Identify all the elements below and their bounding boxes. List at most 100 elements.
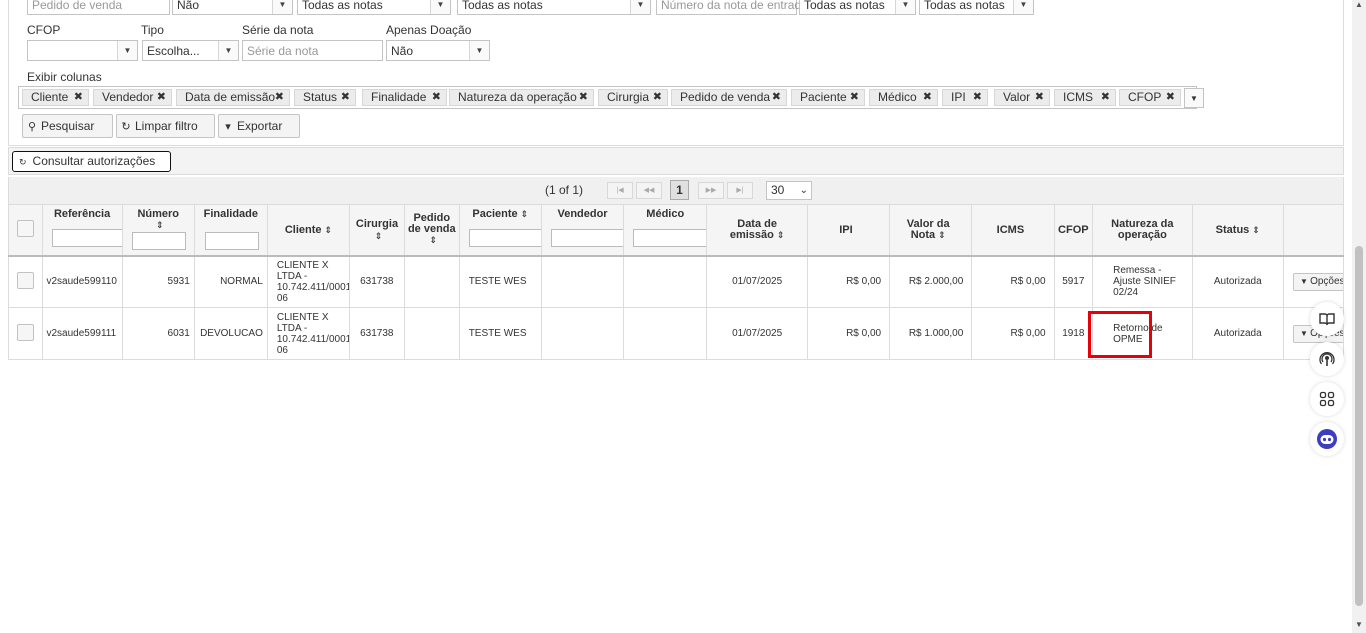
remove-icon[interactable]: ✖: [74, 90, 83, 105]
header-vendedor[interactable]: Vendedor: [540, 204, 625, 256]
header-cfop[interactable]: CFOP: [1053, 204, 1094, 256]
remove-icon[interactable]: ✖: [432, 90, 441, 105]
next-page-icon[interactable]: ▶▶: [698, 182, 724, 199]
consult-authorizations-button[interactable]: ↻ Consultar autorizações: [12, 151, 171, 172]
page-number[interactable]: 1: [670, 180, 689, 200]
header-label: IPI: [839, 223, 853, 236]
remove-icon[interactable]: ✖: [850, 90, 859, 105]
select-all-checkbox[interactable]: [16, 219, 34, 237]
doacao-select[interactable]: Não ▼: [386, 40, 490, 61]
header-ipi[interactable]: IPI: [806, 204, 891, 256]
medico-filter-input[interactable]: [633, 229, 706, 247]
last-page-icon[interactable]: ▶|: [727, 182, 753, 199]
columns-multiselect[interactable]: Cliente ✖ Vendedor ✖ Data de emissão ✖ Stat…: [18, 86, 1197, 109]
header-referencia[interactable]: Referência: [41, 204, 123, 256]
finalidade-filter-input[interactable]: [204, 232, 259, 250]
header-status[interactable]: Status ⇕: [1191, 204, 1284, 256]
remove-icon[interactable]: ✖: [275, 90, 284, 105]
chip-label: Cliente: [31, 90, 69, 104]
chip-label: ICMS: [1063, 90, 1093, 104]
doacao-select-top[interactable]: Não ▼: [172, 0, 293, 15]
apps-grid-icon[interactable]: [1310, 382, 1344, 416]
scroll-up-icon[interactable]: ▲: [1355, 0, 1363, 9]
remove-icon[interactable]: ✖: [157, 90, 166, 105]
numero-filter-input[interactable]: [131, 232, 186, 250]
remove-icon[interactable]: ✖: [1166, 90, 1175, 105]
cell-cliente: CLIENTE X LTDA - 10.742.411/0001-06: [266, 307, 351, 360]
serie-label: Série da nota: [242, 23, 314, 37]
notas-select-4[interactable]: Todas as notas ▼: [919, 0, 1034, 15]
notas-select-1[interactable]: Todas as notas ▼: [297, 0, 451, 15]
remove-icon[interactable]: ✖: [923, 90, 932, 105]
chip-label: Valor: [1003, 90, 1031, 104]
paginator: (1 of 1) |◀ ◀◀ 1 ▶▶ ▶| 30 ⌄: [8, 177, 1344, 204]
header-label: Data de emissão: [729, 217, 777, 241]
rows-per-page-value: 30: [771, 183, 785, 197]
cfop-select[interactable]: ▼: [27, 40, 138, 61]
remove-icon[interactable]: ✖: [973, 90, 982, 105]
header-data-emissao[interactable]: Data de emissão ⇕: [706, 204, 808, 256]
row-checkbox[interactable]: [16, 323, 34, 341]
search-button[interactable]: ⚲ Pesquisar: [22, 114, 113, 138]
remove-icon[interactable]: ✖: [579, 90, 588, 105]
header-icms[interactable]: ICMS: [971, 204, 1055, 256]
remove-icon[interactable]: ✖: [341, 90, 350, 105]
scroll-thumb[interactable]: [1355, 246, 1363, 606]
first-page-icon[interactable]: |◀: [607, 182, 633, 199]
remove-icon[interactable]: ✖: [1101, 90, 1110, 105]
cell-vendedor: [540, 255, 625, 308]
export-button[interactable]: ▾ Exportar: [218, 114, 300, 138]
cell-referencia: v2saude599110: [41, 255, 123, 308]
notas-select-3[interactable]: Todas as notas ▼: [799, 0, 916, 15]
header-cliente[interactable]: Cliente ⇕: [266, 204, 351, 256]
sort-icon: ⇕: [1252, 224, 1260, 235]
header-label: Referência: [53, 208, 111, 220]
remove-icon[interactable]: ✖: [1035, 90, 1044, 105]
clear-filter-label: Limpar filtro: [135, 119, 198, 133]
header-pedido-venda[interactable]: Pedido de venda ⇕: [403, 204, 460, 256]
assistant-bot-icon[interactable]: [1310, 422, 1344, 456]
caret-down-icon: ▾: [225, 121, 231, 133]
rows-per-page-select[interactable]: 30 ⌄: [766, 181, 812, 200]
remove-icon[interactable]: ✖: [772, 90, 781, 105]
prev-page-icon[interactable]: ◀◀: [636, 182, 662, 199]
highlight-box: [1088, 311, 1152, 358]
options-button[interactable]: ▼ Opções: [1292, 272, 1343, 291]
page-scrollbar[interactable]: ▲ ▼: [1352, 0, 1366, 633]
tipo-select[interactable]: Escolha... ▼: [142, 40, 239, 61]
chip-label: Vendedor: [102, 90, 154, 104]
scroll-down-icon[interactable]: ▼: [1355, 620, 1363, 629]
cell-ipi: R$ 0,00: [806, 307, 891, 360]
cell-paciente: TESTE WES: [458, 255, 542, 308]
header-paciente[interactable]: Paciente ⇕: [458, 204, 542, 256]
header-natureza[interactable]: Natureza da operação: [1092, 204, 1193, 256]
referencia-filter-input[interactable]: [51, 229, 122, 247]
vendedor-filter-input[interactable]: [550, 229, 623, 247]
notas-select-2[interactable]: Todas as notas ▼: [457, 0, 651, 15]
header-numero[interactable]: Número ⇕: [121, 204, 195, 256]
clear-filter-button[interactable]: ↻ Limpar filtro: [116, 114, 215, 138]
select-value: Todas as notas: [302, 0, 383, 12]
header-label: Pedido de venda: [407, 212, 456, 236]
table-row[interactable]: v2saude599110 5931 NORMAL CLIENTE X LTDA…: [8, 255, 1345, 308]
chevron-down-icon: ▼: [117, 41, 137, 60]
chevron-down-icon: ▼: [272, 0, 292, 14]
header-finalidade[interactable]: Finalidade: [193, 204, 268, 256]
paciente-filter-input[interactable]: [468, 229, 541, 247]
podcast-icon[interactable]: [1310, 342, 1344, 376]
nota-entrada-input[interactable]: Número da nota de entrada: [656, 0, 808, 15]
header-medico[interactable]: Médico: [623, 204, 708, 256]
columns-dropdown-toggle[interactable]: ▼: [1184, 88, 1204, 108]
header-cirurgia[interactable]: Cirurgia ⇕: [349, 204, 405, 256]
header-valor-nota[interactable]: Valor da Nota ⇕: [889, 204, 973, 256]
header-label: Número ⇕: [123, 209, 193, 231]
row-checkbox[interactable]: [16, 271, 34, 289]
pedido-venda-input[interactable]: Pedido de venda: [27, 0, 170, 15]
pedido-venda-placeholder: Pedido de venda: [32, 0, 123, 12]
chevron-down-icon: ▼: [630, 0, 650, 14]
serie-input[interactable]: Série da nota: [242, 40, 383, 61]
book-icon[interactable]: [1310, 302, 1344, 336]
remove-icon[interactable]: ✖: [653, 90, 662, 105]
cell-data-emissao: 01/07/2025: [706, 255, 808, 308]
chip-label: Status: [303, 90, 338, 104]
